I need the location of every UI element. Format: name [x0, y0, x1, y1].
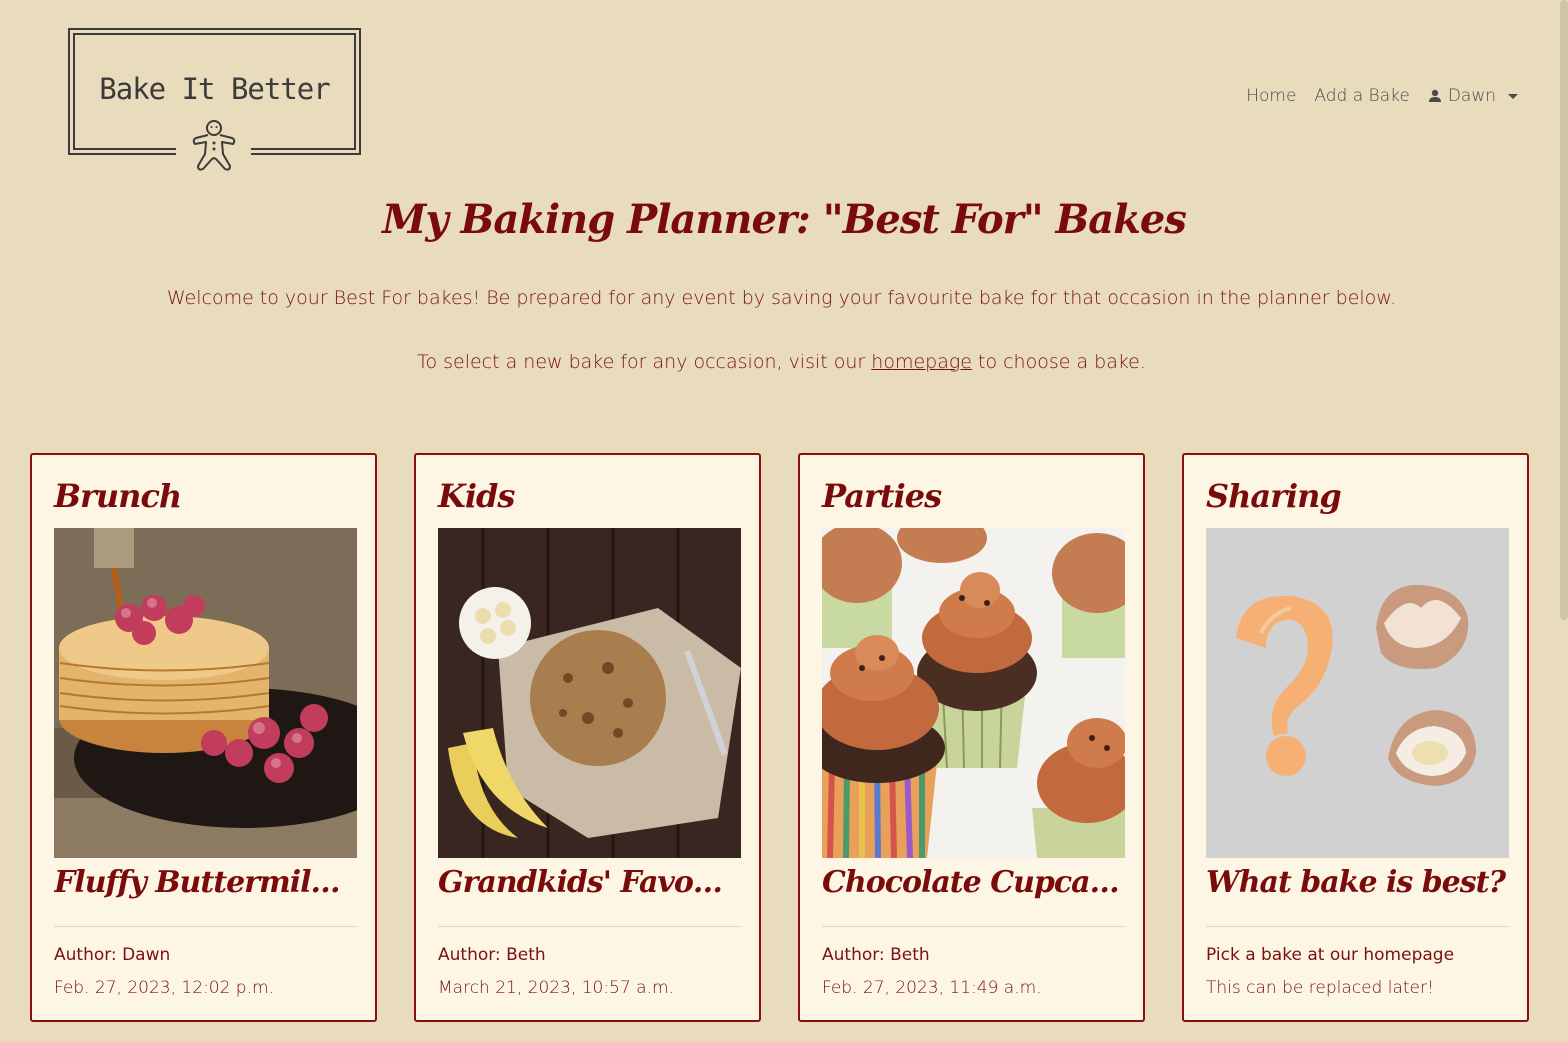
card-date: Feb. 27, 2023, 11:49 a.m.	[822, 978, 1042, 998]
card-image[interactable]	[1206, 528, 1509, 858]
card-bake-title[interactable]: Grandkids' Favourit...	[438, 865, 743, 900]
question-eggs-image	[1206, 528, 1509, 858]
card-image[interactable]	[438, 528, 741, 858]
planner-card-sharing: Sharing What bake is best? Pick a bake a…	[1182, 453, 1529, 1022]
user-name: Dawn	[1447, 86, 1496, 106]
card-author: Author: Beth	[822, 945, 930, 965]
site-logo[interactable]: Bake It Better	[68, 28, 361, 176]
card-divider	[1206, 926, 1509, 927]
card-divider	[438, 926, 741, 927]
card-author: Author: Dawn	[54, 945, 171, 965]
intro-text-2: To select a new bake for any occasion, v…	[0, 351, 1563, 373]
card-category: Brunch	[54, 477, 182, 515]
nav-add-bake-link[interactable]: Add a Bake	[1314, 86, 1409, 106]
chevron-down-icon	[1508, 93, 1518, 99]
card-divider	[822, 926, 1125, 927]
card-category: Kids	[438, 477, 515, 515]
card-date: March 21, 2023, 10:57 a.m.	[438, 978, 674, 998]
homepage-link[interactable]: homepage	[871, 351, 972, 373]
intro2-after: to choose a bake.	[971, 351, 1146, 373]
nav-home-link[interactable]: Home	[1246, 86, 1296, 106]
user-icon	[1428, 89, 1441, 102]
scrollbar[interactable]	[1560, 0, 1568, 620]
pancakes-image	[54, 528, 357, 858]
card-author: Author: Beth	[438, 945, 546, 965]
cookie-image	[438, 528, 741, 858]
card-category: Parties	[822, 477, 942, 515]
card-bake-title[interactable]: Chocolate Cupcakes	[822, 865, 1127, 900]
card-image[interactable]	[822, 528, 1125, 858]
intro2-before: To select a new bake for any occasion, v…	[417, 351, 872, 373]
cupcakes-image	[822, 528, 1125, 858]
planner-card-brunch: Brunch Fluffy Buttermilk P... Author: Da…	[30, 453, 377, 1022]
planner-card-parties: Parties Chocolate Cupcakes Author: Beth …	[798, 453, 1145, 1022]
card-image[interactable]	[54, 528, 357, 858]
card-divider	[54, 926, 357, 927]
card-bake-title[interactable]: Fluffy Buttermilk P...	[54, 865, 359, 900]
gingerbread-icon	[192, 120, 236, 171]
card-note: This can be replaced later!	[1206, 978, 1434, 998]
intro-text: Welcome to your Best For bakes! Be prepa…	[166, 287, 1397, 309]
page-title: My Baking Planner: "Best For" Bakes	[382, 196, 1187, 243]
card-category: Sharing	[1206, 477, 1342, 515]
main-nav: Home Add a Bake Dawn	[1246, 86, 1518, 106]
logo-text: Bake It Better	[99, 72, 330, 106]
card-prompt[interactable]: Pick a bake at our homepage	[1206, 945, 1454, 965]
card-date: Feb. 27, 2023, 12:02 p.m.	[54, 978, 274, 998]
card-bake-title: What bake is best?	[1206, 865, 1506, 900]
planner-card-kids: Kids Grandkids' Favouri Author: Beth Mar…	[414, 453, 761, 1022]
user-dropdown[interactable]: Dawn	[1428, 86, 1518, 106]
